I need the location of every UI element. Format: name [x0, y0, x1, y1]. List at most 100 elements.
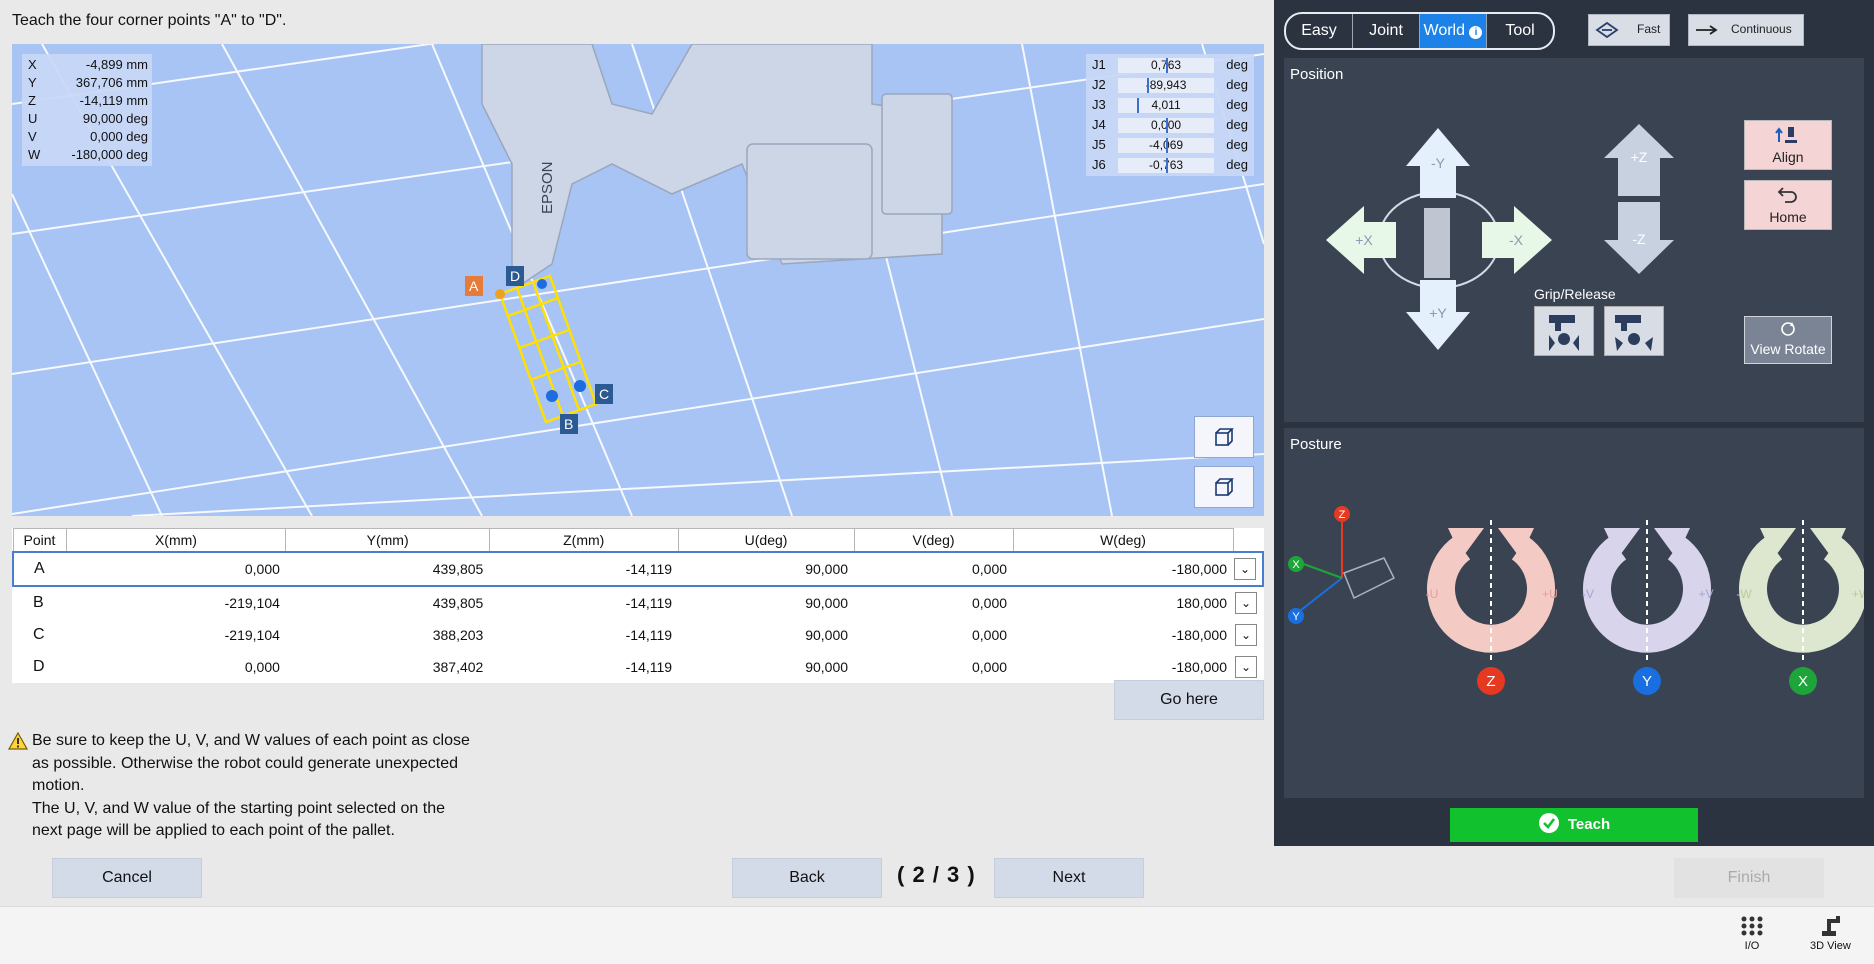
- cell-y[interactable]: 439,805: [286, 586, 489, 619]
- cell-w[interactable]: 180,000: [1013, 586, 1233, 619]
- io-label: I/O: [1744, 940, 1760, 952]
- cell-point: B: [33, 594, 44, 611]
- mode-easy-button[interactable]: Easy: [1286, 14, 1353, 48]
- go-here-button[interactable]: Go here: [1114, 680, 1264, 720]
- jog-panel: Easy Joint World i Tool Fast Continuous …: [1274, 0, 1874, 846]
- cell-y[interactable]: 439,805: [285, 551, 490, 587]
- mode-tool-button[interactable]: Tool: [1487, 14, 1553, 48]
- release-button[interactable]: [1604, 306, 1664, 356]
- joint-label: J5: [1092, 137, 1106, 152]
- cell-v[interactable]: 0,000: [854, 551, 1014, 587]
- joint-unit: deg: [1226, 57, 1248, 72]
- cell-y[interactable]: 388,203: [286, 619, 489, 651]
- row-dropdown-button[interactable]: ⌄: [1235, 592, 1257, 614]
- row-dropdown-button[interactable]: ⌄: [1235, 656, 1257, 678]
- joint-bar: -4,069: [1117, 137, 1215, 153]
- coord-label: U: [28, 111, 38, 126]
- 3d-view-label: 3D View: [1810, 940, 1851, 952]
- speed-continuous-button[interactable]: Continuous: [1688, 14, 1804, 46]
- cell-z[interactable]: -14,119: [489, 551, 679, 587]
- table-row[interactable]: D 0,000 387,402 -14,119 90,000 0,000 -18…: [13, 651, 1263, 683]
- cell-z[interactable]: -14,119: [489, 651, 678, 683]
- align-button[interactable]: Align: [1744, 120, 1832, 170]
- v-axis-label: Y: [1642, 673, 1652, 690]
- joint-label: J6: [1092, 157, 1106, 172]
- column-header-dropdown: [1233, 528, 1263, 552]
- u-minus-label: -U: [1426, 587, 1439, 601]
- cell-w[interactable]: -180,000: [1013, 619, 1233, 651]
- table-row[interactable]: A 0,000 439,805 -14,119 90,000 0,000 -18…: [12, 551, 1264, 587]
- cell-u[interactable]: 90,000: [678, 586, 854, 619]
- cell-v[interactable]: 0,000: [854, 586, 1013, 619]
- speed-fast-button[interactable]: Fast: [1588, 14, 1670, 46]
- warning-line: The U, V, and W value of the starting po…: [32, 799, 445, 817]
- check-circle-icon: [1538, 813, 1559, 833]
- column-header: W(deg): [1012, 528, 1234, 553]
- row-dropdown-button[interactable]: ⌄: [1235, 624, 1257, 646]
- cell-w[interactable]: -180,000: [1013, 651, 1233, 683]
- cell-w[interactable]: -180,000: [1013, 551, 1233, 587]
- v-rotation-control[interactable]: [1583, 520, 1711, 695]
- cell-y[interactable]: 387,402: [286, 651, 489, 683]
- cell-x[interactable]: 0,000: [66, 551, 286, 587]
- back-button[interactable]: Back: [732, 858, 882, 898]
- finish-button[interactable]: Finish: [1674, 858, 1824, 898]
- cell-u[interactable]: 90,000: [678, 551, 855, 587]
- cell-u[interactable]: 90,000: [678, 619, 854, 651]
- point-marker-b-label: B: [564, 416, 573, 432]
- cell-x[interactable]: 0,000: [66, 651, 286, 683]
- joint-bar: 0,000: [1117, 117, 1215, 133]
- warning-line: next page will be applied to each point …: [32, 822, 395, 839]
- cell-x[interactable]: -219,104: [66, 586, 286, 619]
- u-rotation-control[interactable]: [1427, 520, 1555, 695]
- robot-3d-viewport[interactable]: EPSON A B C D X -4,899 mm Y 367,706 mm Z…: [12, 44, 1264, 516]
- view-rotate-label: View Rotate: [1750, 341, 1826, 357]
- view-rotate-button[interactable]: View Rotate: [1744, 316, 1832, 364]
- cell-u[interactable]: 90,000: [678, 651, 854, 683]
- robot-brand-label: EPSON: [539, 161, 556, 214]
- io-button[interactable]: I/O: [1740, 915, 1764, 952]
- info-icon: i: [1469, 26, 1483, 39]
- view-front-button[interactable]: [1194, 466, 1254, 508]
- mode-joint-button[interactable]: Joint: [1353, 14, 1420, 48]
- joint-label: J1: [1092, 57, 1106, 72]
- column-header: Point: [12, 528, 67, 553]
- point-marker-a-label: A: [469, 278, 479, 294]
- robot-arm-icon: [1822, 916, 1841, 936]
- plus-z-label: +Z: [1631, 149, 1648, 165]
- speed-continuous-label: Continuous: [1731, 22, 1792, 36]
- table-header: Point X(mm) Y(mm) Z(mm) U(deg) V(deg) W(…: [12, 528, 1263, 553]
- jog-mode-selector: Easy Joint World i Tool: [1284, 12, 1555, 50]
- 3d-view-button[interactable]: 3D View: [1810, 915, 1851, 952]
- w-rotation-control[interactable]: [1739, 520, 1864, 695]
- undo-arrow-icon: [1777, 187, 1797, 203]
- plus-y-label: +Y: [1429, 305, 1447, 321]
- posture-jog-pad: Z X Y -U +U -V +V -W + Z Y X: [1288, 506, 1864, 695]
- joint-unit: deg: [1226, 157, 1248, 172]
- cell-v[interactable]: 0,000: [854, 651, 1013, 683]
- joint-bar: -0,763: [1117, 157, 1215, 173]
- warning-message: Be sure to keep the U, V, and W values o…: [8, 730, 508, 843]
- align-label: Align: [1772, 149, 1804, 165]
- table-row[interactable]: B -219,104 439,805 -14,119 90,000 0,000 …: [13, 586, 1263, 619]
- cell-z[interactable]: -14,119: [489, 619, 678, 651]
- cancel-button[interactable]: Cancel: [52, 858, 202, 898]
- joint-value: -89,943: [1145, 77, 1187, 92]
- joint-unit: deg: [1226, 97, 1248, 112]
- view-iso-button[interactable]: [1194, 416, 1254, 458]
- next-button[interactable]: Next: [994, 858, 1144, 898]
- mode-world-button[interactable]: World i: [1420, 14, 1487, 48]
- align-icon: [1775, 127, 1797, 143]
- cell-z[interactable]: -14,119: [489, 586, 678, 619]
- home-label: Home: [1769, 209, 1807, 225]
- column-header: X(mm): [65, 528, 287, 553]
- cell-x[interactable]: -219,104: [66, 619, 286, 651]
- mode-world-label: World: [1423, 22, 1466, 39]
- table-row[interactable]: C -219,104 388,203 -14,119 90,000 0,000 …: [13, 619, 1263, 651]
- grip-button[interactable]: [1534, 306, 1594, 356]
- rotate-icon: [1781, 322, 1795, 336]
- row-dropdown-button[interactable]: ⌄: [1234, 558, 1256, 580]
- teach-button[interactable]: Teach: [1450, 808, 1698, 842]
- home-button[interactable]: Home: [1744, 180, 1832, 230]
- cell-v[interactable]: 0,000: [854, 619, 1013, 651]
